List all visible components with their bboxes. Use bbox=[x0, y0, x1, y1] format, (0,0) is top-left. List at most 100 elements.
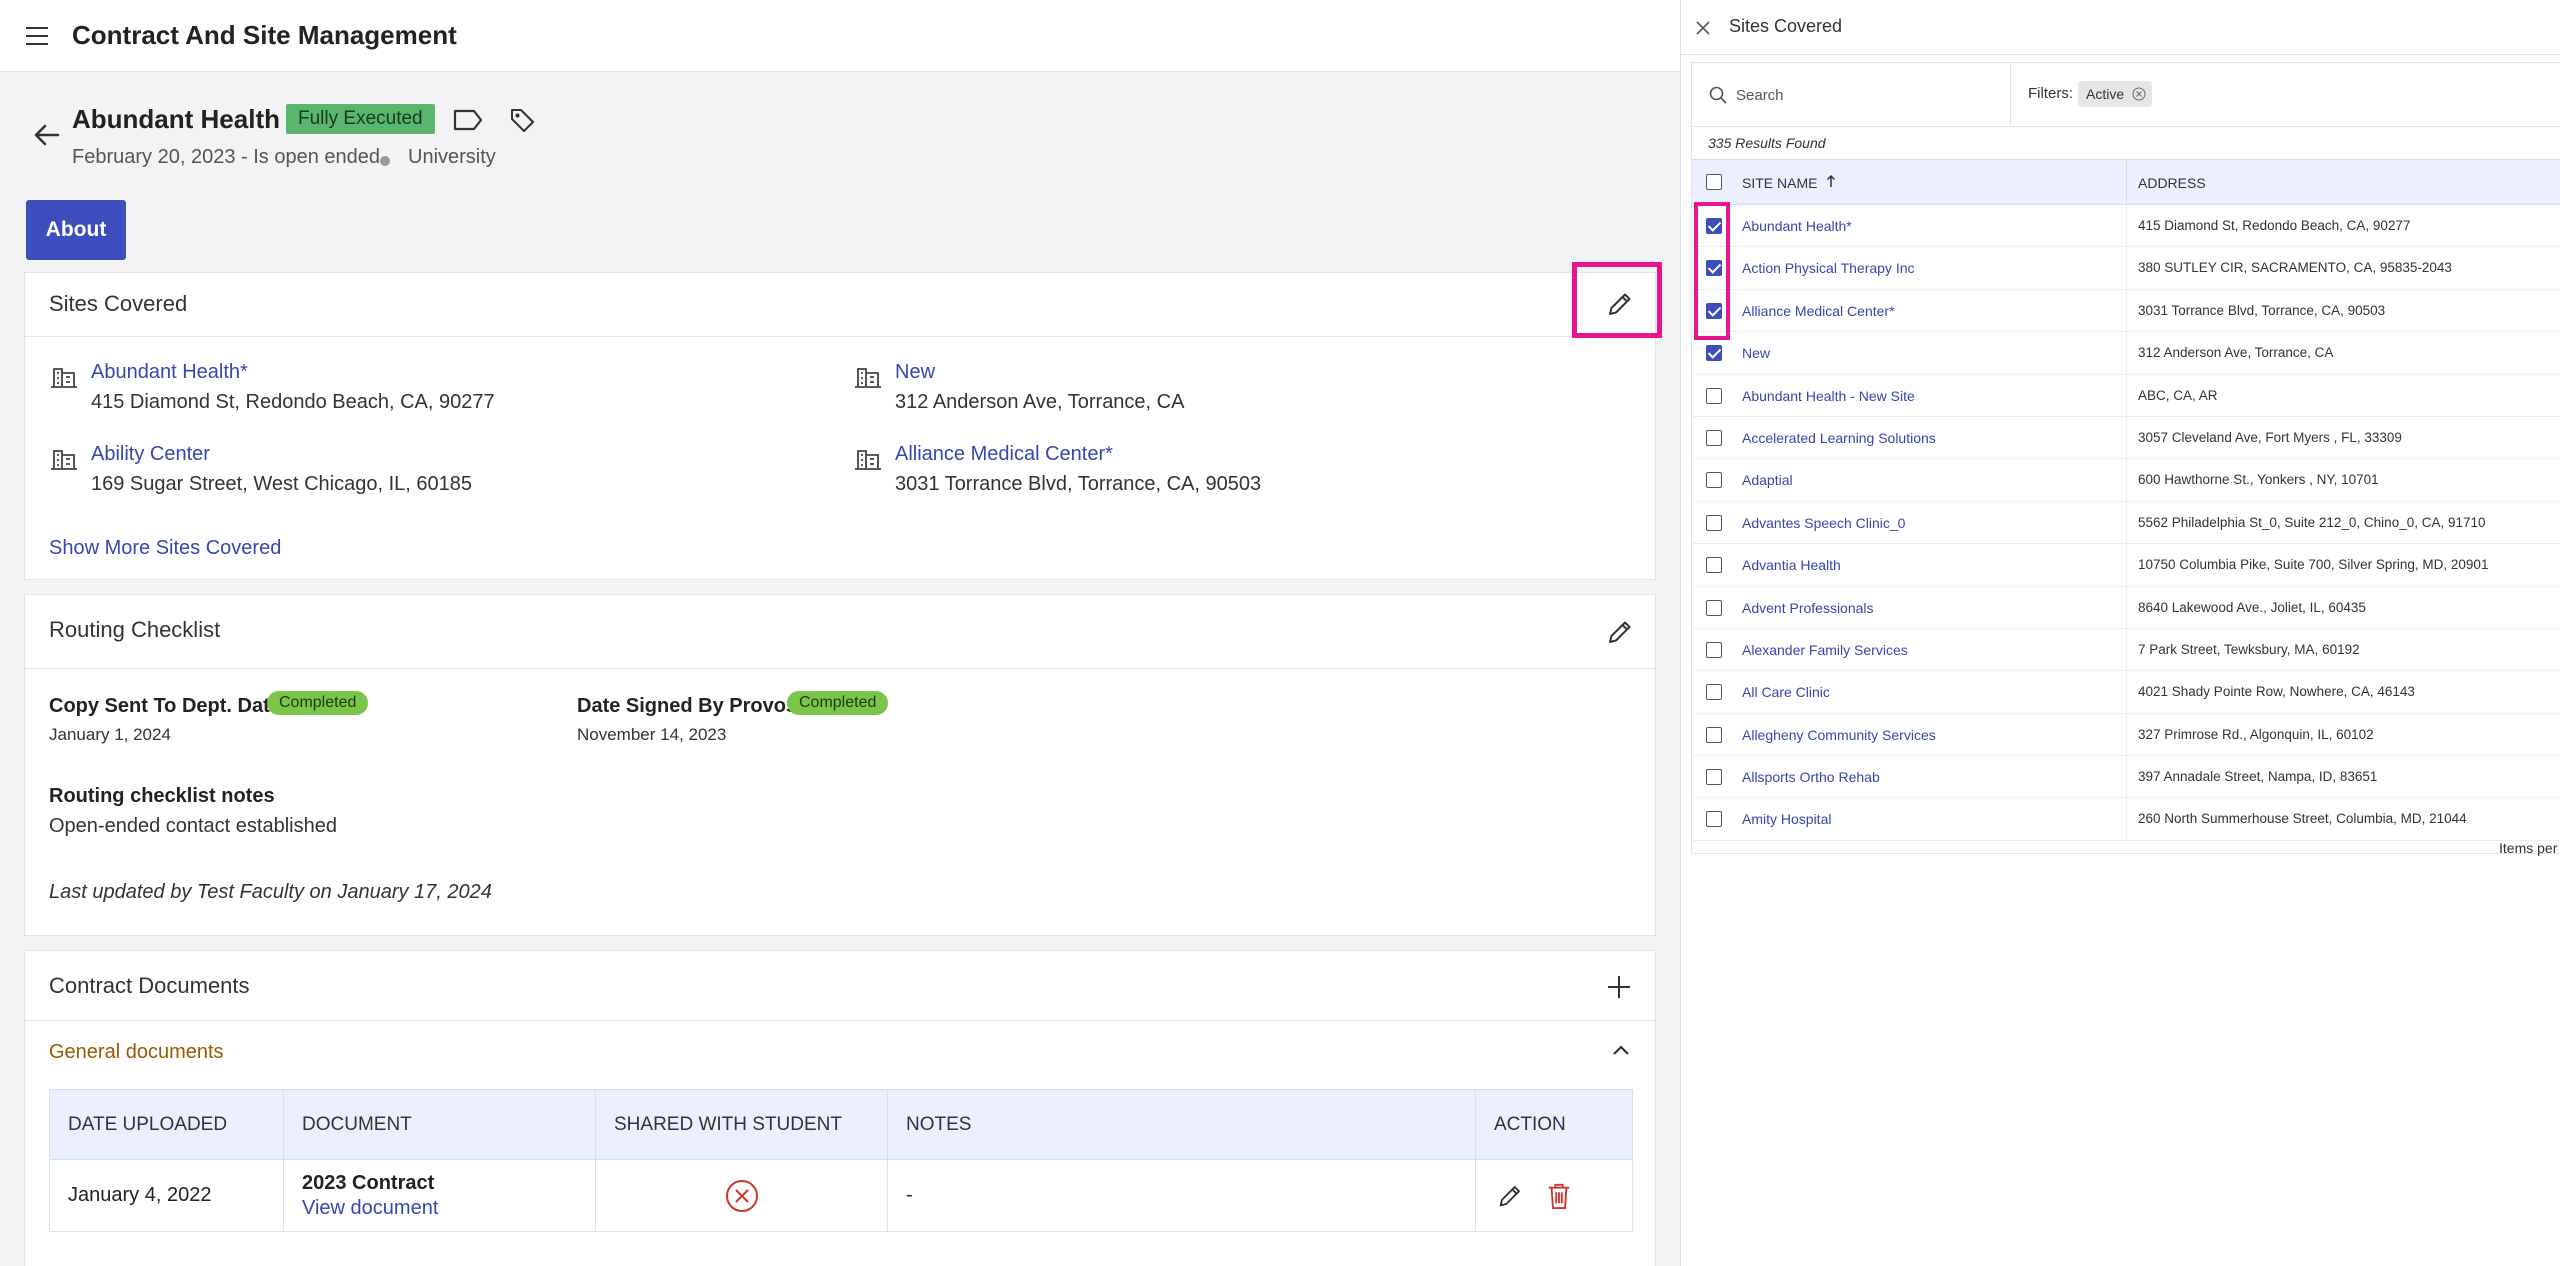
site-checkbox[interactable] bbox=[1706, 345, 1722, 362]
site-checkbox[interactable] bbox=[1706, 387, 1722, 404]
site-name-link[interactable]: Advantes Speech Clinic_0 bbox=[1742, 515, 1905, 531]
building-icon bbox=[855, 368, 881, 388]
status-badge: Completed bbox=[267, 691, 369, 715]
site-checkbox[interactable] bbox=[1706, 557, 1722, 574]
tab-about[interactable]: About bbox=[26, 200, 126, 260]
table-row: Accelerated Learning Solutions 3057 Cleve… bbox=[1692, 416, 2560, 460]
column-header: ACTION bbox=[1475, 1089, 1633, 1160]
site-checkbox[interactable] bbox=[1706, 641, 1722, 658]
site-address: 415 Diamond St, Redondo Beach, CA, 90277 bbox=[91, 391, 495, 413]
show-more-sites-link[interactable]: Show More Sites Covered bbox=[49, 537, 281, 560]
status-badge: Fully Executed bbox=[286, 104, 435, 134]
checkbox-highlight-box bbox=[1694, 202, 1730, 340]
site-name-link[interactable]: Amity Hospital bbox=[1742, 811, 1831, 827]
add-document-icon[interactable] bbox=[1605, 973, 1633, 1001]
site-name-link[interactable]: Accelerated Learning Solutions bbox=[1742, 430, 1936, 446]
site-address: ABC, CA, AR bbox=[2138, 387, 2218, 403]
site-name-link[interactable]: Adaptial bbox=[1742, 472, 1793, 488]
site-name-link[interactable]: Abundant Health - New Site bbox=[1742, 388, 1915, 404]
chevron-up-icon[interactable] bbox=[1611, 1043, 1631, 1057]
divider bbox=[2126, 160, 2127, 206]
site-name-link[interactable]: Allsports Ortho Rehab bbox=[1742, 769, 1880, 785]
edit-pencil-icon[interactable] bbox=[1494, 1180, 1526, 1212]
documents-table: DATE UPLOADED DOCUMENT SHARED WITH STUDE… bbox=[49, 1089, 1633, 1232]
divider bbox=[2126, 798, 2127, 841]
filter-chip-active[interactable]: Active bbox=[2078, 81, 2153, 107]
site-name-link[interactable]: Advantia Health bbox=[1742, 557, 1841, 573]
search-input[interactable] bbox=[1736, 81, 2036, 109]
site-checkbox[interactable] bbox=[1706, 726, 1722, 743]
site-name-link[interactable]: Ability Center bbox=[91, 443, 210, 466]
general-documents-toggle[interactable]: General documents bbox=[49, 1041, 224, 1064]
column-header: DOCUMENT bbox=[283, 1089, 596, 1160]
card-title: Routing Checklist bbox=[49, 617, 221, 642]
site-address: 3031 Torrance Blvd, Torrance, CA, 90503 bbox=[895, 473, 1262, 495]
divider bbox=[2126, 628, 2127, 671]
divider bbox=[2126, 459, 2127, 502]
sites-table-header: SITE NAME ADDRESS bbox=[1692, 159, 2560, 206]
status-badge: Completed bbox=[787, 691, 889, 715]
date-uploaded-cell: January 4, 2022 bbox=[49, 1159, 284, 1232]
site-address: 169 Sugar Street, West Chicago, IL, 6018… bbox=[91, 473, 472, 495]
site-address: 8640 Lakewood Ave., Joliet, IL, 60435 bbox=[2138, 599, 2366, 615]
column-header-site-name[interactable]: SITE NAME bbox=[1742, 175, 1817, 191]
site-name-link[interactable]: Advent Professionals bbox=[1742, 600, 1874, 616]
hamburger-menu-icon[interactable] bbox=[24, 24, 50, 48]
not-shared-x-icon bbox=[725, 1179, 758, 1212]
site-checkbox[interactable] bbox=[1706, 684, 1722, 701]
tag-icon[interactable] bbox=[508, 106, 536, 134]
site-checkbox[interactable] bbox=[1706, 472, 1722, 489]
site-name-link[interactable]: Abundant Health* bbox=[91, 361, 248, 384]
view-document-link[interactable]: View document bbox=[302, 1197, 595, 1220]
top-bar: Contract And Site Management bbox=[0, 0, 1680, 72]
site-name-link[interactable]: Action Physical Therapy Inc bbox=[1742, 260, 1915, 276]
items-per-page-label: Items per bbox=[2499, 840, 2558, 856]
close-icon[interactable] bbox=[1695, 20, 1711, 36]
edit-pencil-icon[interactable] bbox=[1603, 615, 1637, 649]
site-name-link[interactable]: All Care Clinic bbox=[1742, 684, 1830, 700]
document-name: 2023 Contract bbox=[302, 1171, 435, 1194]
divider bbox=[2126, 501, 2127, 544]
remove-filter-icon[interactable] bbox=[2132, 87, 2146, 101]
site-checkbox[interactable] bbox=[1706, 769, 1722, 786]
routing-item-label: Copy Sent To Dept. Date bbox=[49, 695, 281, 717]
divider bbox=[2126, 247, 2127, 290]
site-address: 4021 Shady Pointe Row, Nowhere, CA, 4614… bbox=[2138, 684, 2415, 700]
page-title: Abundant Health bbox=[72, 104, 280, 134]
label-icon[interactable] bbox=[452, 108, 484, 132]
site-checkbox[interactable] bbox=[1706, 599, 1722, 616]
site-name-link[interactable]: Alexander Family Services bbox=[1742, 642, 1908, 658]
table-row: Abundant Health - New Site ABC, CA, AR bbox=[1692, 374, 2560, 417]
site-name-link[interactable]: Alliance Medical Center* bbox=[895, 443, 1113, 466]
site-address: 7 Park Street, Tewksbury, MA, 60192 bbox=[2138, 641, 2360, 657]
sort-ascending-icon[interactable] bbox=[1826, 174, 1836, 188]
site-address: 312 Anderson Ave, Torrance, CA bbox=[2138, 345, 2334, 361]
select-all-checkbox[interactable] bbox=[1706, 174, 1722, 190]
table-row: New 312 Anderson Ave, Torrance, CA bbox=[1692, 332, 2560, 375]
shared-with-student-cell bbox=[595, 1159, 888, 1232]
table-row: Advantes Speech Clinic_0 5562 Philadelphi… bbox=[1692, 501, 2560, 545]
site-checkbox[interactable] bbox=[1706, 429, 1722, 446]
routing-item-label: Date Signed By Provost bbox=[577, 695, 804, 717]
site-checkbox[interactable] bbox=[1706, 811, 1722, 828]
site-address: 260 North Summerhouse Street, Columbia, … bbox=[2138, 811, 2467, 827]
table-row: Action Physical Therapy Inc 380 SUTLEY CI… bbox=[1692, 247, 2560, 290]
site-checkbox[interactable] bbox=[1706, 514, 1722, 531]
table-row: Allegheny Community Services 327 Primrose… bbox=[1692, 713, 2560, 757]
delete-trash-icon[interactable] bbox=[1546, 1181, 1572, 1211]
divider bbox=[2010, 63, 2011, 127]
divider bbox=[2126, 586, 2127, 629]
back-arrow-icon[interactable] bbox=[32, 120, 62, 150]
site-name-link[interactable]: Abundant Health* bbox=[1742, 218, 1852, 234]
divider bbox=[2126, 205, 2127, 247]
site-name-link[interactable]: Allegheny Community Services bbox=[1742, 727, 1936, 743]
site-address: 5562 Philadelphia St_0, Suite 212_0, Chi… bbox=[2138, 514, 2486, 530]
site-name-link[interactable]: Alliance Medical Center* bbox=[1742, 303, 1895, 319]
site-name-link[interactable]: New bbox=[1742, 345, 1770, 361]
routing-notes-label: Routing checklist notes bbox=[49, 785, 275, 807]
card-title: Sites Covered bbox=[49, 291, 188, 316]
column-header-address: ADDRESS bbox=[2138, 175, 2206, 191]
separator-dot bbox=[380, 156, 390, 166]
site-name-link[interactable]: New bbox=[895, 361, 935, 384]
table-header-row: DATE UPLOADED DOCUMENT SHARED WITH STUDE… bbox=[49, 1089, 1633, 1160]
